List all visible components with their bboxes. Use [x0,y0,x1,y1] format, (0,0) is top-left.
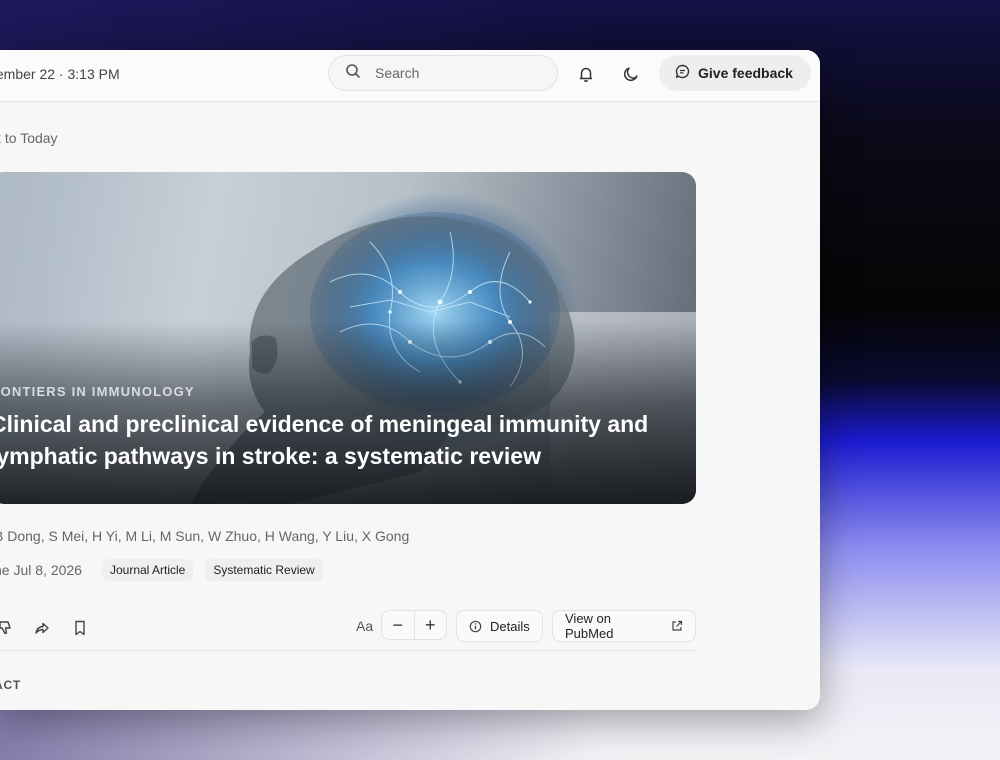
abstract-heading: ACT [0,678,22,692]
font-size-stepper: − + [381,610,447,640]
view-on-pubmed-button[interactable]: View on PubMed [552,610,696,642]
search-icon [345,63,361,84]
font-size-icon: Aa [356,618,374,634]
hero-card[interactable]: RONTIERS IN IMMUNOLOGY Clinical and prec… [0,172,696,504]
search-input[interactable] [375,65,535,81]
details-button[interactable]: Details [456,610,543,642]
back-to-today-link[interactable]: k to Today [0,130,58,146]
tag-systematic-review[interactable]: Systematic Review [205,559,323,581]
external-link-icon [671,620,683,632]
chat-icon [675,64,690,82]
info-icon [469,620,482,633]
moon-icon[interactable] [619,62,643,86]
tag-journal-article[interactable]: Journal Article [101,559,194,581]
bell-icon[interactable] [574,62,598,86]
article-title: Clinical and preclinical evidence of men… [0,411,649,469]
decrease-font-button[interactable]: − [382,611,414,639]
bookmark-icon[interactable] [68,616,92,640]
share-icon[interactable] [30,616,54,640]
date-time: tember 22 · 3:13 PM [0,66,120,82]
top-bar: tember 22 · 3:13 PM Give feedback [0,50,820,102]
details-label: Details [490,618,530,634]
journal-name: RONTIERS IN IMMUNOLOGY [0,384,195,399]
app-window: tember 22 · 3:13 PM Give feedback k to T… [0,50,820,710]
give-feedback-button[interactable]: Give feedback [659,55,811,91]
search-box[interactable] [328,55,558,91]
section-divider [0,650,696,651]
publication-date: ne Jul 8, 2026 [0,562,82,578]
thumbs-down-icon[interactable] [0,616,18,640]
give-feedback-label: Give feedback [698,65,793,81]
pubmed-label: View on PubMed [565,611,614,641]
article-toolbar: Aa − + Details View on PubMed [0,610,696,650]
article-authors: B Dong, S Mei, H Yi, M Li, M Sun, W Zhuo… [0,528,410,544]
increase-font-button[interactable]: + [413,611,447,639]
article-meta: ne Jul 8, 2026 Journal Article Systemati… [0,558,323,582]
